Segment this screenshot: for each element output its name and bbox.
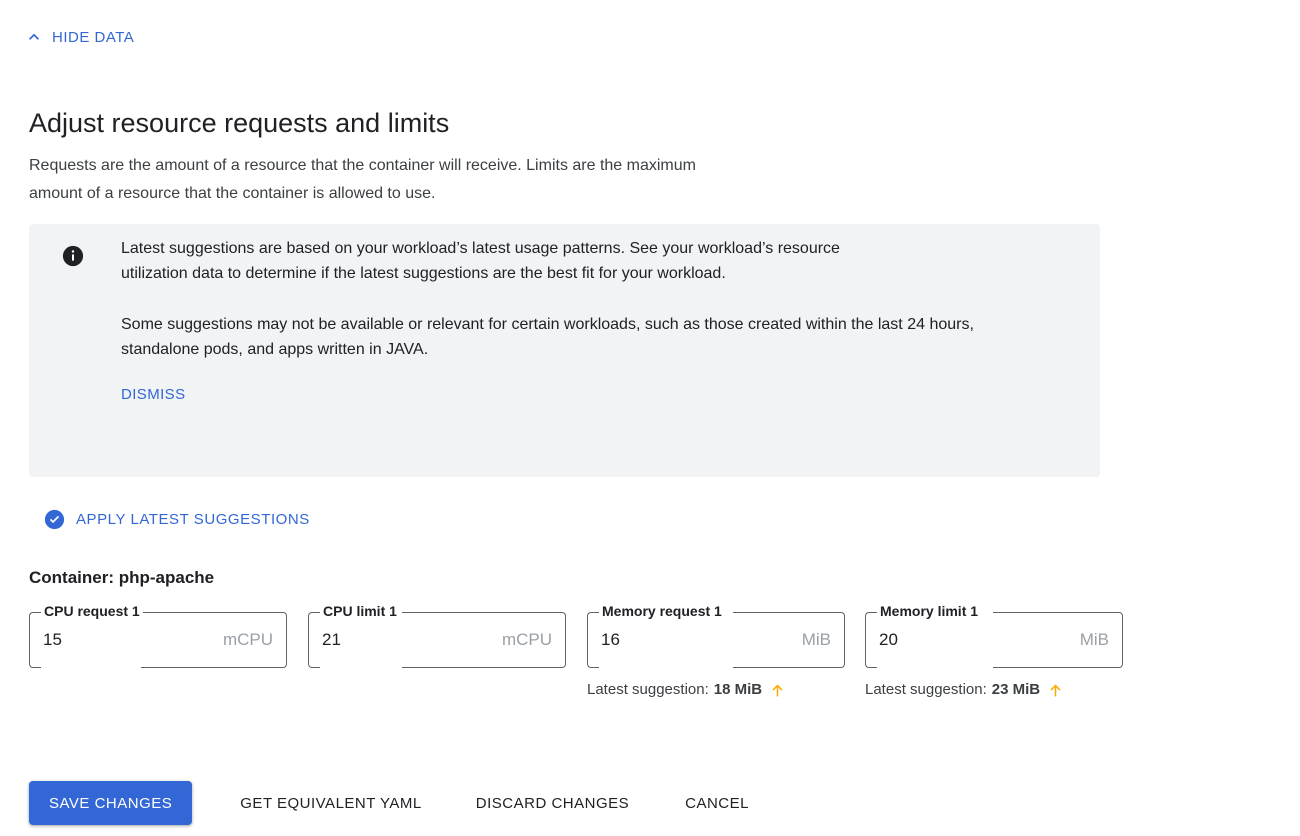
arrow-up-icon <box>772 683 783 697</box>
section-description: Requests are the amount of a resource th… <box>29 157 696 202</box>
suggestion-prefix: Latest suggestion: <box>865 681 987 698</box>
cpu-request-1-input[interactable] <box>43 630 215 650</box>
apply-latest-suggestions-label: APPLY LATEST SUGGESTIONS <box>76 511 310 528</box>
discard-changes-button[interactable]: DISCARD CHANGES <box>462 781 643 825</box>
action-buttons: SAVE CHANGES GET EQUIVALENT YAML DISCARD… <box>29 781 763 825</box>
hide-data-label: HIDE DATA <box>52 28 135 46</box>
info-paragraph-2: Some suggestions may not be available or… <box>121 316 974 358</box>
memory-request-1-suffix: MiB <box>801 630 831 649</box>
info-banner: Latest suggestions are based on your wor… <box>29 224 1100 477</box>
cpu-request-1-label: CPU request 1 <box>41 603 143 619</box>
cpu-limit-1-label: CPU limit 1 <box>320 603 400 619</box>
cpu-request-1-suffix: mCPU <box>222 630 273 649</box>
info-icon <box>62 245 84 267</box>
memory-limit-1-input[interactable] <box>879 630 1072 650</box>
cpu-request-1-field[interactable]: CPU request 1 mCPU <box>29 603 287 668</box>
cpu-limit-1-suffix: mCPU <box>501 630 552 649</box>
memory-request-1-field[interactable]: Memory request 1 MiB <box>587 603 845 668</box>
memory-limit-1-suggestion: Latest suggestion: 23 MiB <box>865 680 1123 700</box>
cpu-limit-1-field[interactable]: CPU limit 1 mCPU <box>308 603 566 668</box>
arrow-up-icon <box>1050 683 1061 697</box>
save-changes-button[interactable]: SAVE CHANGES <box>29 781 193 825</box>
field-memory-request-1: Memory request 1 MiB Latest suggestion: … <box>587 603 845 700</box>
info-paragraph-1: Latest suggestions are based on your wor… <box>121 240 840 282</box>
memory-limit-1-suffix: MiB <box>1079 630 1109 649</box>
resource-fields-row: CPU request 1 mCPU CPU limit 1 mCPU <box>29 603 1269 732</box>
field-memory-limit-1: Memory limit 1 MiB Latest suggestion: 23… <box>865 603 1123 700</box>
apply-latest-suggestions-button[interactable]: APPLY LATEST SUGGESTIONS <box>44 509 310 530</box>
field-cpu-limit-1: CPU limit 1 mCPU <box>308 603 566 668</box>
info-banner-body: Latest suggestions are based on your wor… <box>121 236 1070 404</box>
hide-data-toggle[interactable]: HIDE DATA <box>24 27 134 47</box>
cancel-button[interactable]: CANCEL <box>671 781 763 825</box>
field-cpu-request-1: CPU request 1 mCPU <box>29 603 287 668</box>
suggestion-value: 18 MiB <box>713 681 763 698</box>
suggestion-value: 23 MiB <box>991 681 1041 698</box>
cpu-limit-1-input[interactable] <box>322 630 494 650</box>
get-equivalent-yaml-button[interactable]: GET EQUIVALENT YAML <box>226 781 436 825</box>
memory-limit-1-label: Memory limit 1 <box>877 603 982 619</box>
memory-request-1-label: Memory request 1 <box>599 603 725 619</box>
memory-limit-1-field[interactable]: Memory limit 1 MiB <box>865 603 1123 668</box>
chevron-up-icon <box>29 33 39 40</box>
check-circle-icon <box>44 509 65 530</box>
memory-request-1-input[interactable] <box>601 630 794 650</box>
dismiss-button[interactable]: DISMISS <box>121 386 185 403</box>
container-heading: Container: php-apache <box>29 568 215 587</box>
memory-request-1-suggestion: Latest suggestion: 18 MiB <box>587 680 845 700</box>
suggestion-prefix: Latest suggestion: <box>587 681 709 698</box>
page-title: Adjust resource requests and limits <box>29 108 450 139</box>
